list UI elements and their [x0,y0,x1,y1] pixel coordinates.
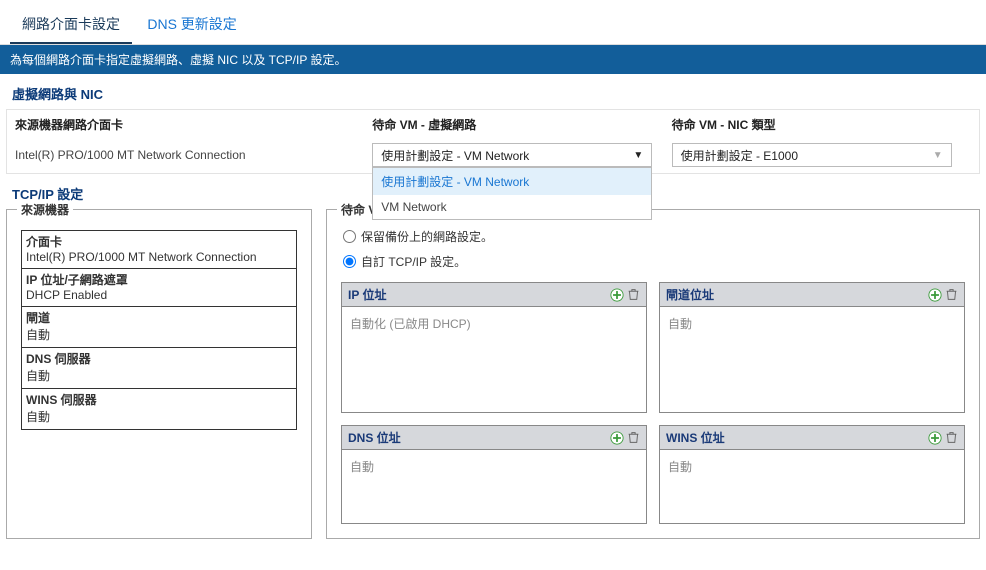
info-row-ip: IP 位址/子網路遮罩 DHCP Enabled [22,269,296,307]
chevron-down-icon: ▼ [933,150,943,161]
dropdown-input-nic-type[interactable]: 使用計劃設定 - E1000 ▼ [672,143,952,167]
value-gateway: 自動 [26,326,292,343]
value-nic: Intel(R) PRO/1000 MT Network Connection [26,250,292,264]
trash-icon[interactable] [627,431,640,444]
box-title-dns: DNS 位址 [348,429,401,446]
info-row-wins: WINS 伺服器 自動 [22,389,296,429]
box-wins: WINS 位址 自動 [659,425,965,524]
box-title-wins: WINS 位址 [666,429,725,446]
dropdown-option[interactable]: VM Network [373,195,651,219]
value-dns: 自動 [26,367,292,384]
fieldset-standby-vm: 待命 VM 保留備份上的網路設定。 自訂 TCP/IP 設定。 IP 位址 自動… [326,209,980,539]
info-banner: 為每個網路介面卡指定虛擬網路、虛擬 NIC 以及 TCP/IP 設定。 [0,45,986,74]
cell-standby-nic-type: 使用計劃設定 - E1000 ▼ [672,143,971,167]
dropdown-selected-nic-type: 使用計劃設定 - E1000 [681,147,798,164]
header-standby-vnet: 待命 VM - 虛擬網路 [372,116,671,133]
header-source-nic: 來源機器網路介面卡 [15,116,372,133]
vnet-data-row: Intel(R) PRO/1000 MT Network Connection … [7,137,979,173]
dropdown-standby-vnet[interactable]: 使用計劃設定 - VM Network ▼ 使用計劃設定 - VM Networ… [372,143,652,167]
radio-custom-tcpip-label: 自訂 TCP/IP 設定。 [361,253,466,270]
box-ip-address: IP 位址 自動化 (已啟用 DHCP) [341,282,647,413]
tcpip-container: 來源機器 介面卡 Intel(R) PRO/1000 MT Network Co… [0,209,986,539]
add-icon[interactable] [610,431,624,445]
label-ip: IP 位址/子網路遮罩 [26,271,292,288]
radio-keep-backup[interactable] [343,230,356,243]
tab-dns-update[interactable]: DNS 更新設定 [135,8,248,42]
add-icon[interactable] [928,288,942,302]
tab-nic-settings[interactable]: 網路介面卡設定 [10,8,132,44]
label-nic: 介面卡 [26,233,292,250]
dropdown-input-vnet[interactable]: 使用計劃設定 - VM Network ▼ [372,143,652,167]
box-title-ip: IP 位址 [348,286,386,303]
add-icon[interactable] [928,431,942,445]
dropdown-selected-vnet: 使用計劃設定 - VM Network [381,147,529,164]
ip-boxes-grid: IP 位址 自動化 (已啟用 DHCP) 閘道位址 自動 [341,282,965,524]
box-title-gateway: 閘道位址 [666,286,714,303]
label-gateway: 閘道 [26,309,292,326]
label-wins: WINS 伺服器 [26,391,292,408]
dropdown-standby-nic-type[interactable]: 使用計劃設定 - E1000 ▼ [672,143,952,167]
radio-custom-tcpip-row: 自訂 TCP/IP 設定。 [341,249,965,274]
value-wins: 自動 [26,408,292,425]
radio-custom-tcpip[interactable] [343,255,356,268]
fieldset-source-machine: 來源機器 介面卡 Intel(R) PRO/1000 MT Network Co… [6,209,312,539]
info-row-gateway: 閘道 自動 [22,307,296,348]
legend-source: 來源機器 [17,201,73,218]
add-icon[interactable] [610,288,624,302]
cell-standby-vnet: 使用計劃設定 - VM Network ▼ 使用計劃設定 - VM Networ… [372,143,671,167]
source-info-table: 介面卡 Intel(R) PRO/1000 MT Network Connect… [21,230,297,430]
box-body-ip: 自動化 (已啟用 DHCP) [342,307,646,412]
box-dns: DNS 位址 自動 [341,425,647,524]
value-ip: DHCP Enabled [26,288,292,302]
trash-icon[interactable] [945,288,958,301]
trash-icon[interactable] [945,431,958,444]
label-dns: DNS 伺服器 [26,350,292,367]
cell-source-nic: Intel(R) PRO/1000 MT Network Connection [15,148,372,162]
trash-icon[interactable] [627,288,640,301]
dropdown-option[interactable]: 使用計劃設定 - VM Network [373,168,651,195]
info-row-nic: 介面卡 Intel(R) PRO/1000 MT Network Connect… [22,231,296,269]
box-body-wins: 自動 [660,450,964,523]
box-gateway: 閘道位址 自動 [659,282,965,413]
chevron-down-icon: ▼ [633,150,643,161]
section-title-vnet: 虛擬網路與 NIC [0,74,986,109]
header-standby-nic-type: 待命 VM - NIC 類型 [672,116,971,133]
dropdown-menu-vnet: 使用計劃設定 - VM Network VM Network [372,167,652,220]
vnet-header-row: 來源機器網路介面卡 待命 VM - 虛擬網路 待命 VM - NIC 類型 [7,110,979,137]
box-body-gateway: 自動 [660,307,964,412]
radio-keep-backup-row: 保留備份上的網路設定。 [341,224,965,249]
vnet-table: 來源機器網路介面卡 待命 VM - 虛擬網路 待命 VM - NIC 類型 In… [6,109,980,174]
radio-keep-backup-label: 保留備份上的網路設定。 [361,228,493,245]
tabs-bar: 網路介面卡設定 DNS 更新設定 [0,0,986,45]
box-body-dns: 自動 [342,450,646,523]
info-row-dns: DNS 伺服器 自動 [22,348,296,389]
